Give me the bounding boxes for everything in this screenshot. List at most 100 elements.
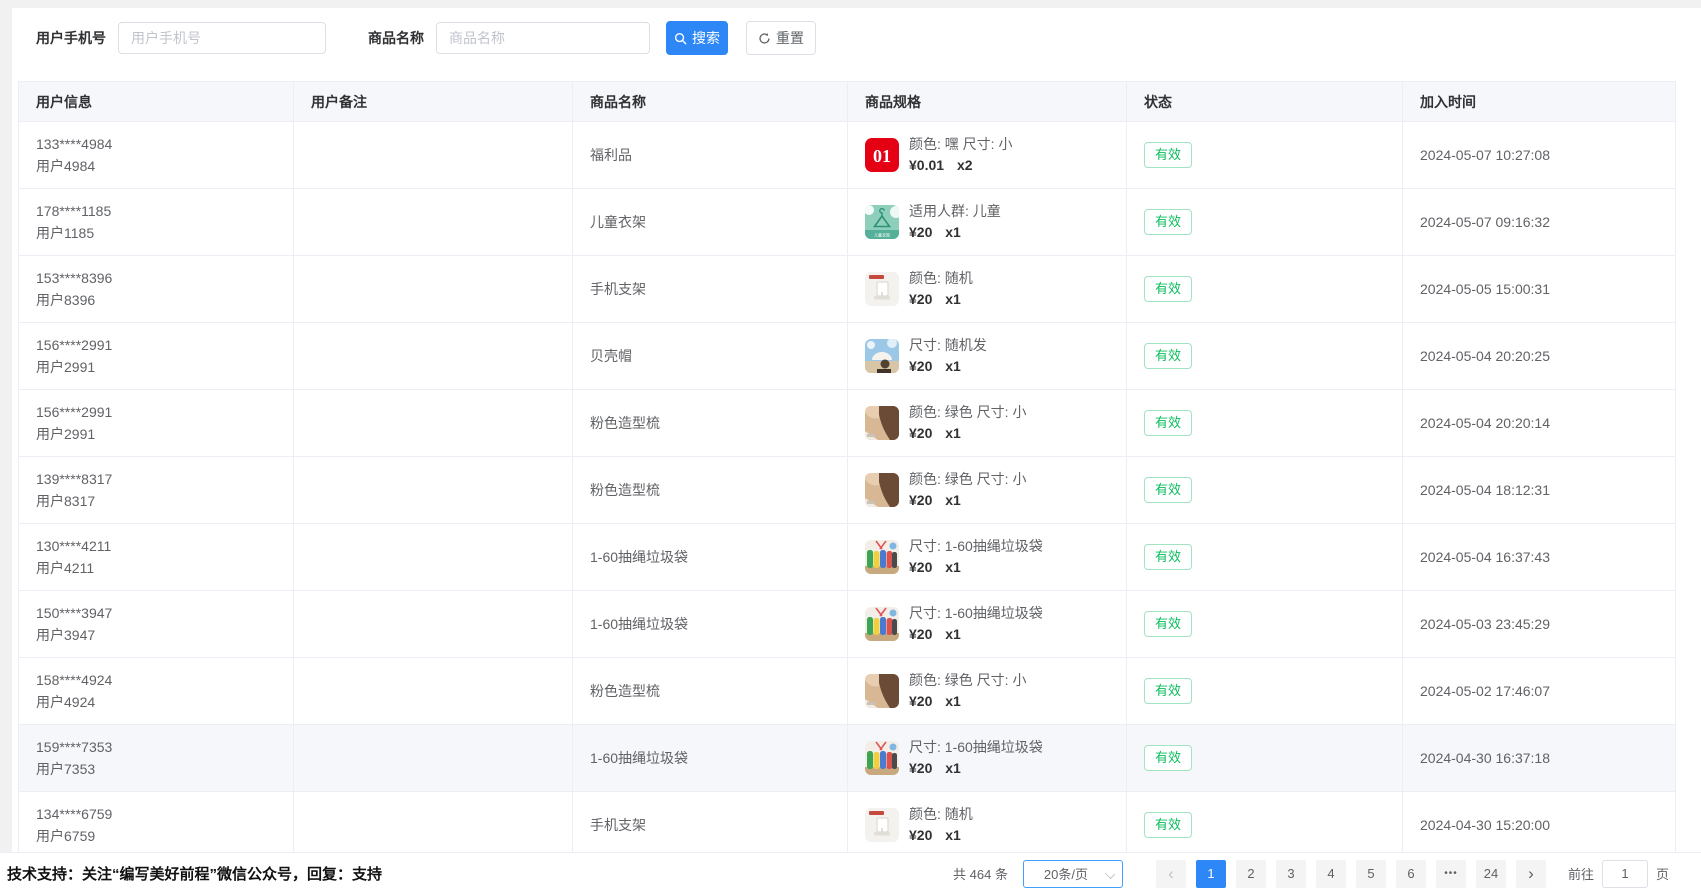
page-button-5[interactable]: 5 xyxy=(1356,860,1386,888)
search-button[interactable]: 搜索 xyxy=(666,21,728,55)
status-badge: 有效 xyxy=(1144,477,1192,503)
page-size-value: 20条/页 xyxy=(1044,864,1102,883)
product-spec: 颜色: 绿色 尺寸: 小 xyxy=(909,402,1026,423)
col-header-user-remark: 用户备注 xyxy=(294,91,572,113)
product-price: ¥20 xyxy=(909,291,932,307)
user-nickname: 用户4984 xyxy=(36,156,283,177)
user-phone: 139****8317 xyxy=(36,469,283,490)
status-badge: 有效 xyxy=(1144,276,1192,302)
goto-page-input[interactable] xyxy=(1602,860,1648,888)
page-button-6[interactable]: 6 xyxy=(1396,860,1426,888)
product-spec: 颜色: 绿色 尺寸: 小 xyxy=(909,670,1026,691)
product-spec: 尺寸: 随机发 xyxy=(909,335,987,356)
product-thumbnail xyxy=(865,473,899,507)
page-button-1[interactable]: 1 xyxy=(1196,860,1226,888)
product-name: 手机支架 xyxy=(573,814,847,836)
table-row: 156****2991 用户2991 贝壳帽 尺寸: 随机发 ¥20 x1 有效… xyxy=(19,323,1676,390)
product-price: ¥20 xyxy=(909,224,932,240)
search-button-label: 搜索 xyxy=(692,28,720,48)
join-time: 2024-05-03 23:45:29 xyxy=(1403,613,1675,635)
product-thumbnail xyxy=(865,406,899,440)
page-button-2[interactable]: 2 xyxy=(1236,860,1266,888)
product-name: 1-60抽绳垃圾袋 xyxy=(573,747,847,769)
join-time: 2024-05-04 20:20:25 xyxy=(1403,345,1675,367)
product-price: ¥20 xyxy=(909,425,932,441)
table-row: 134****6759 用户6759 手机支架 颜色: 随机 ¥20 x1 有效… xyxy=(19,792,1676,853)
reset-button[interactable]: 重置 xyxy=(746,21,816,55)
status-badge: 有效 xyxy=(1144,343,1192,369)
page-button-last[interactable]: 24 xyxy=(1476,860,1506,888)
page-button-4[interactable]: 4 xyxy=(1316,860,1346,888)
table-row: 153****8396 用户8396 手机支架 颜色: 随机 ¥20 x1 有效… xyxy=(19,256,1676,323)
goto-page-suffix: 页 xyxy=(1656,864,1669,883)
product-price: ¥20 xyxy=(909,626,932,642)
phone-filter-input[interactable] xyxy=(118,22,326,54)
product-name: 粉色造型梳 xyxy=(573,412,847,434)
user-nickname: 用户4924 xyxy=(36,692,283,713)
product-price: ¥20 xyxy=(909,559,932,575)
product-qty: x2 xyxy=(957,157,973,173)
user-phone: 156****2991 xyxy=(36,335,283,356)
user-nickname: 用户4211 xyxy=(36,558,283,579)
join-time: 2024-05-04 18:12:31 xyxy=(1403,479,1675,501)
join-time: 2024-05-07 09:16:32 xyxy=(1403,211,1675,233)
user-phone: 158****4924 xyxy=(36,670,283,691)
status-badge: 有效 xyxy=(1144,678,1192,704)
cart-admin-page: 用户手机号 商品名称 搜索 重置 xyxy=(0,0,1701,894)
product-spec: 适用人群: 儿童 xyxy=(909,201,1001,222)
user-phone: 159****7353 xyxy=(36,737,283,758)
join-time: 2024-05-05 15:00:31 xyxy=(1403,278,1675,300)
table-row: 156****2991 用户2991 粉色造型梳 颜色: 绿色 尺寸: 小 ¥2… xyxy=(19,390,1676,457)
user-phone: 134****6759 xyxy=(36,804,283,825)
product-qty: x1 xyxy=(945,827,961,843)
product-filter-label: 商品名称 xyxy=(368,28,424,48)
page-size-select[interactable]: 20条/页 xyxy=(1023,860,1123,888)
status-badge: 有效 xyxy=(1144,142,1192,168)
total-count: 共 464 条 xyxy=(953,864,1008,883)
status-badge: 有效 xyxy=(1144,812,1192,838)
status-badge: 有效 xyxy=(1144,745,1192,771)
more-pages-button[interactable]: ••• xyxy=(1436,860,1466,888)
product-qty: x1 xyxy=(945,358,961,374)
product-spec: 颜色: 嘿 尺寸: 小 xyxy=(909,134,1012,155)
product-qty: x1 xyxy=(945,492,961,508)
product-thumbnail xyxy=(865,540,899,574)
product-price: ¥20 xyxy=(909,358,932,374)
svg-text:儿童衣架: 儿童衣架 xyxy=(874,232,890,238)
chevron-down-icon xyxy=(1105,868,1115,878)
product-name: 儿童衣架 xyxy=(573,211,847,233)
user-nickname: 用户7353 xyxy=(36,759,283,780)
reset-button-label: 重置 xyxy=(776,28,804,48)
prev-page-button[interactable]: ‹ xyxy=(1156,860,1186,888)
product-filter-input[interactable] xyxy=(436,22,650,54)
user-nickname: 用户8396 xyxy=(36,290,283,311)
user-nickname: 用户2991 xyxy=(36,357,283,378)
product-qty: x1 xyxy=(945,626,961,642)
user-nickname: 用户1185 xyxy=(36,223,283,244)
table-header-row: 用户信息 用户备注 商品名称 商品规格 状态 加入时间 xyxy=(19,82,1676,122)
status-badge: 有效 xyxy=(1144,611,1192,637)
product-qty: x1 xyxy=(945,760,961,776)
join-time: 2024-04-30 15:20:00 xyxy=(1403,814,1675,836)
phone-filter-label: 用户手机号 xyxy=(36,28,106,48)
product-qty: x1 xyxy=(945,425,961,441)
product-thumbnail: 01 xyxy=(865,138,899,172)
table-row: 158****4924 用户4924 粉色造型梳 颜色: 绿色 尺寸: 小 ¥2… xyxy=(19,658,1676,725)
product-name: 手机支架 xyxy=(573,278,847,300)
product-thumbnail: 儿童衣架 xyxy=(865,205,899,239)
table-row: 150****3947 用户3947 1-60抽绳垃圾袋 尺寸: 1-60抽绳垃… xyxy=(19,591,1676,658)
col-header-spec: 商品规格 xyxy=(848,91,1126,113)
join-time: 2024-04-30 16:37:18 xyxy=(1403,747,1675,769)
product-thumbnail xyxy=(865,808,899,842)
product-spec: 颜色: 随机 xyxy=(909,268,973,289)
pagination: 共 464 条 20条/页 ‹ 1 2 3 4 5 6 ••• 24 › 前往 … xyxy=(953,860,1669,888)
user-nickname: 用户3947 xyxy=(36,625,283,646)
page-button-3[interactable]: 3 xyxy=(1276,860,1306,888)
join-time: 2024-05-07 10:27:08 xyxy=(1403,144,1675,166)
next-page-button[interactable]: › xyxy=(1516,860,1546,888)
user-nickname: 用户2991 xyxy=(36,424,283,445)
table-row: 159****7353 用户7353 1-60抽绳垃圾袋 尺寸: 1-60抽绳垃… xyxy=(19,725,1676,792)
product-spec: 尺寸: 1-60抽绳垃圾袋 xyxy=(909,603,1043,624)
product-qty: x1 xyxy=(945,559,961,575)
svg-text:01: 01 xyxy=(873,146,891,166)
